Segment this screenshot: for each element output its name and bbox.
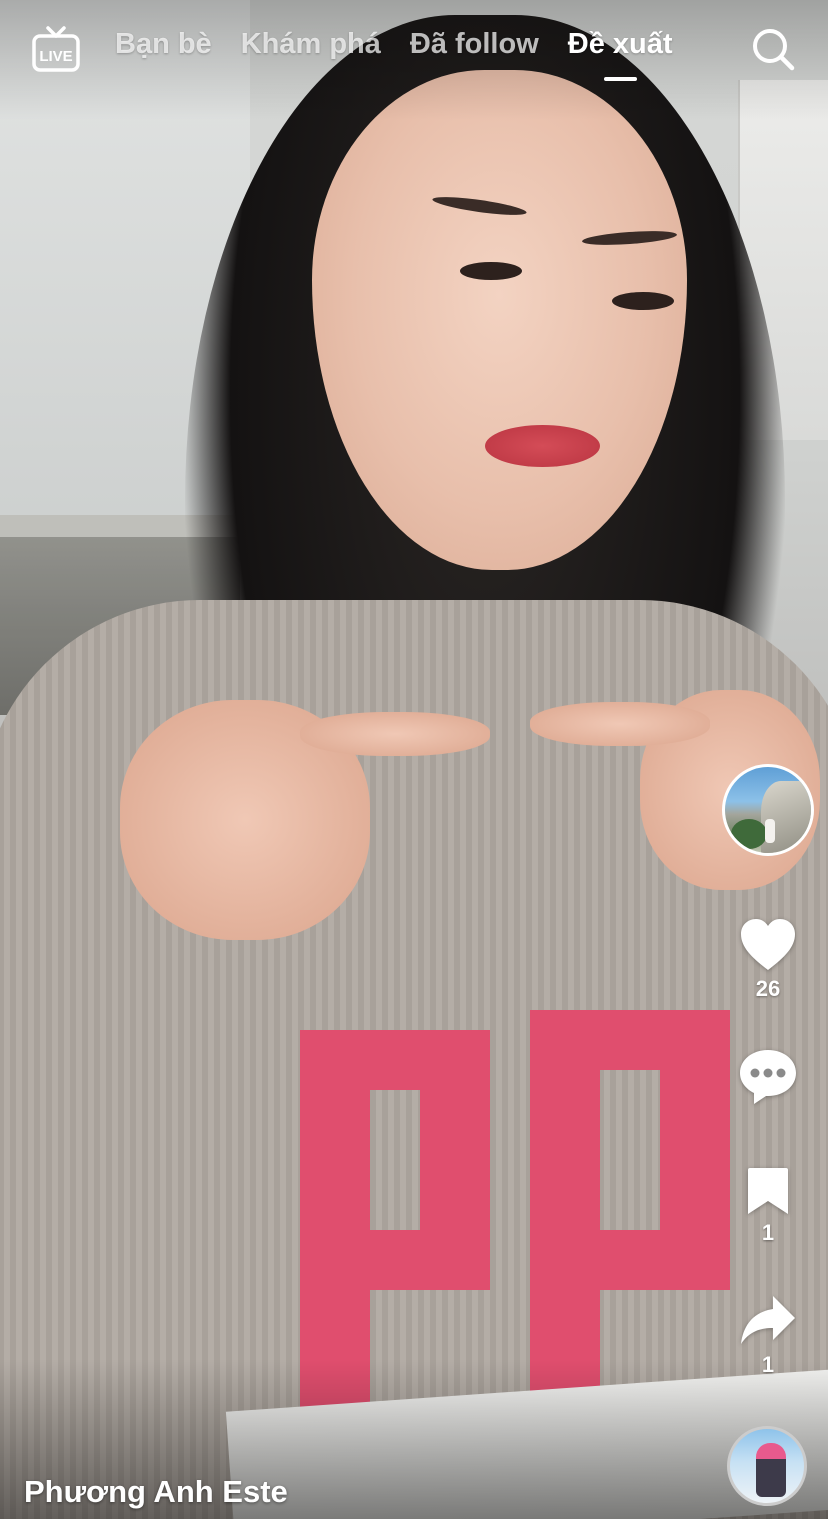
video-subject-eye	[612, 292, 674, 310]
tiktok-feed-screen: LIVE Bạn bè Khám phá Đã follow Đề xuất 2…	[0, 0, 828, 1519]
comment-button[interactable]	[722, 1048, 814, 1110]
bookmark-button[interactable]: 1	[722, 1166, 814, 1246]
video-player[interactable]	[0, 0, 828, 1519]
search-icon	[753, 29, 795, 71]
tab-friends[interactable]: Bạn bè	[115, 28, 212, 61]
comment-icon	[740, 1050, 796, 1104]
video-subject-mouth	[485, 425, 600, 467]
avatar-person	[765, 819, 775, 843]
tab-explore[interactable]: Khám phá	[241, 28, 381, 61]
like-count: 26	[755, 976, 781, 1001]
top-navigation: LIVE Bạn bè Khám phá Đã follow Đề xuất	[0, 22, 828, 92]
music-disc-figure	[756, 1443, 786, 1497]
creator-avatar[interactable]	[722, 764, 814, 856]
avatar-tree	[731, 819, 767, 849]
creator-username[interactable]: Phương Anh Este	[24, 1474, 288, 1510]
bookmark-icon	[748, 1168, 788, 1214]
feed-tabs: Bạn bè Khám phá Đã follow Đề xuất	[115, 28, 673, 81]
bookmark-count: 1	[761, 1220, 775, 1245]
live-tv-icon: LIVE	[32, 26, 80, 72]
share-icon	[741, 1296, 795, 1344]
share-button[interactable]: 1	[722, 1294, 814, 1378]
video-subject-finger	[530, 702, 710, 746]
video-subject-eye	[460, 262, 522, 280]
live-label: LIVE	[39, 48, 72, 65]
share-count: 1	[761, 1352, 775, 1377]
tab-for-you[interactable]: Đề xuất	[568, 28, 673, 81]
live-button[interactable]: LIVE	[32, 24, 80, 74]
video-subject-finger	[300, 712, 490, 756]
tab-following[interactable]: Đã follow	[410, 28, 539, 61]
like-button[interactable]: 26	[722, 918, 814, 1002]
heart-icon	[741, 919, 795, 970]
search-button[interactable]	[750, 26, 796, 72]
music-disc-avatar[interactable]	[727, 1426, 807, 1506]
